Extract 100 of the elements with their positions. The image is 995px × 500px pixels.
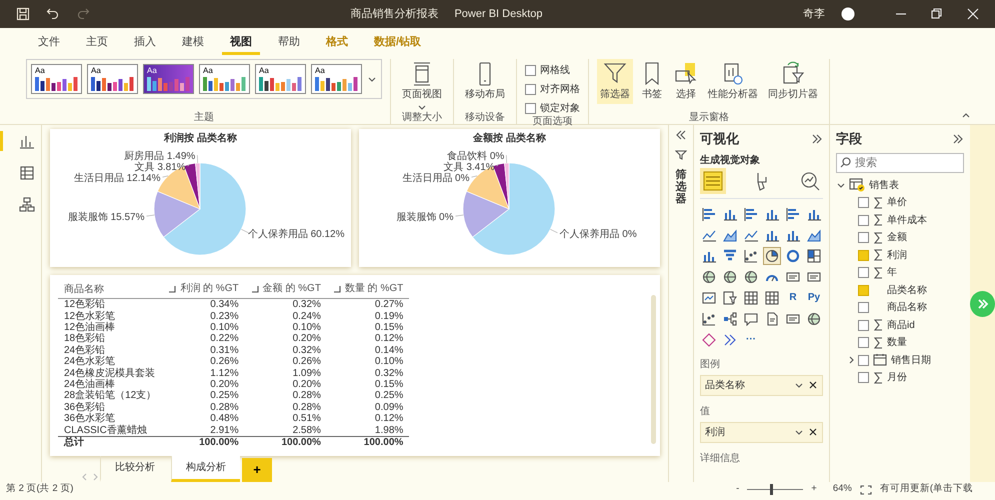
column-header[interactable]: 利润 的 %GT <box>162 283 245 299</box>
pane-button[interactable]: 筛选器 <box>597 59 633 104</box>
table-cell-text: 0.23% <box>209 310 240 322</box>
menu-tab[interactable]: 建模 <box>174 32 212 55</box>
pane-button[interactable]: 书签 <box>637 59 667 104</box>
column-header[interactable]: 商品名称 <box>58 283 162 299</box>
well-label: 详细信息 <box>700 452 741 466</box>
field-well[interactable]: 利润 <box>700 422 823 442</box>
zoom-level: 64% <box>832 482 852 496</box>
add-page-button[interactable]: + <box>242 458 272 482</box>
total-cell: 100.00% <box>162 436 245 448</box>
well-label: 值 <box>700 404 711 418</box>
menu-tab[interactable]: 主页 <box>78 32 116 55</box>
table-cell: 2.58% <box>244 424 327 436</box>
data-label: 服装服饰 0% <box>396 212 454 224</box>
table-cell-text: 0.15% <box>374 322 404 334</box>
field-name[interactable]: 年 <box>887 265 897 280</box>
table-cell-text: 0.24% <box>292 310 322 322</box>
menu-tab[interactable]: 文件 <box>30 32 68 55</box>
visual-type-button[interactable]: Py <box>805 288 823 306</box>
field-name[interactable]: 月份 <box>887 370 907 386</box>
field-name[interactable]: 销售日期 <box>891 352 931 368</box>
filters-pane-label[interactable]: 筛选器 <box>676 169 686 206</box>
data-label: 食品饮料 0% <box>447 151 504 162</box>
data-label: 生活日用品 0% <box>402 173 470 184</box>
table-cell-text: 0.25% <box>374 390 404 402</box>
field-name[interactable]: 金额 <box>887 230 907 246</box>
field-name[interactable]: 单价 <box>887 195 907 210</box>
data-label: 服装服饰 15.57% <box>68 212 144 224</box>
checkbox-option[interactable]: 网格线 <box>525 63 580 78</box>
table-cell-text: 0.12% <box>374 333 404 345</box>
group-label: 调整大小 <box>401 112 443 124</box>
menu-tab[interactable]: 插入 <box>126 32 164 55</box>
pane-button[interactable]: 性能分析器 <box>705 59 761 104</box>
checkbox-option[interactable]: 锁定对象 <box>525 101 580 116</box>
table-cell-text: 0.51% <box>292 413 322 425</box>
theme-thumbnail[interactable]: Aa <box>31 64 82 94</box>
mobile-layout-button[interactable]: 移动布局 <box>462 59 508 104</box>
checkbox-option[interactable]: 对齐网格 <box>525 82 580 97</box>
menu-tab[interactable]: 视图 <box>222 32 260 55</box>
menu-tab[interactable]: 帮助 <box>270 32 308 55</box>
visual-type-button[interactable]: R <box>784 288 802 306</box>
table-cell: 24色彩铅 <box>58 344 162 356</box>
table-cell: 12色彩铅 <box>58 298 162 311</box>
field-name[interactable]: 数量 <box>887 335 907 350</box>
search-field[interactable]: 搜索 <box>836 152 964 172</box>
pane-title: 字段 <box>836 130 862 148</box>
table-cell-text: 0.12% <box>374 413 404 425</box>
table-cell-text: 0.20% <box>209 378 240 390</box>
user-name: 奇李 <box>803 6 825 22</box>
table-cell-text: 12色油画棒 <box>63 322 116 333</box>
total-cell: 100.00% <box>244 436 327 448</box>
data-label: 个人保养用品 60.12% <box>248 228 344 240</box>
table-cell: 0.27% <box>326 298 410 311</box>
theme-thumbnail[interactable]: Aa <box>87 64 138 94</box>
field-name[interactable]: 单件成本 <box>887 212 927 228</box>
group-label: 移动设备 <box>464 112 506 124</box>
table-cell-text: 18色彩铅 <box>63 333 106 345</box>
table-cell-text: 0.20% <box>292 378 322 390</box>
page-view-button[interactable]: 页面视图 <box>399 59 445 112</box>
column-header[interactable]: 数量 的 %GT <box>326 283 410 299</box>
field-well[interactable]: 品类名称 <box>700 374 823 396</box>
field-name[interactable]: 品类名称 <box>887 282 927 298</box>
table-cell-text: 0.31% <box>209 344 240 356</box>
pane-button[interactable]: 同步切片器 <box>765 59 821 104</box>
data-label: 生活日用品 12.14% <box>74 173 160 184</box>
table-cell: 0.32% <box>244 298 327 311</box>
field-name[interactable]: 商品id <box>887 318 915 333</box>
total-cell: 100.00% <box>326 436 410 448</box>
visual-type-button[interactable]: ··· <box>742 330 760 348</box>
data-label: 个人保养用品 0% <box>560 228 637 240</box>
table-cell-text: 24色橡皮泥模具套装 <box>63 368 156 379</box>
page-tab[interactable]: 比较分析 <box>100 456 169 482</box>
theme-thumbnail[interactable]: Aa <box>143 64 194 94</box>
table-cell: 0.34% <box>162 298 245 311</box>
pane-subtitle: 生成视觉对象 <box>700 154 761 168</box>
field-name[interactable]: 商品名称 <box>887 300 927 316</box>
total-cell: 总计 <box>58 436 162 448</box>
zoom-in-button[interactable]: + <box>811 482 817 497</box>
table-cell: 24色油画棒 <box>58 378 162 390</box>
column-header[interactable]: 金额 的 %GT <box>244 283 327 299</box>
theme-thumbnail[interactable]: Aa <box>255 64 306 94</box>
field-name[interactable]: 利润 <box>887 248 907 263</box>
table-cell-text: 0.10% <box>292 322 322 334</box>
theme-thumbnail[interactable]: Aa <box>199 64 250 94</box>
page-tab[interactable]: 构成分析 <box>171 456 240 482</box>
table-cell: 1.98% <box>326 424 410 436</box>
table-cell: CLASSIC香薰蜡烛 <box>58 424 162 436</box>
update-notice[interactable]: 有可用更新(单击下载 <box>880 482 973 497</box>
table-cell-text: 0.19% <box>374 310 404 322</box>
table-cell-text: 0.28% <box>209 402 240 414</box>
table-cell-text: 0.28% <box>292 390 322 402</box>
zoom-out-button[interactable]: - <box>736 482 740 497</box>
table-cell: 2.91% <box>162 424 245 436</box>
chart-title: 利润按 品类名称 <box>162 133 238 145</box>
pane-button[interactable]: 选择 <box>671 59 701 104</box>
table-name[interactable]: 销售表 <box>869 178 899 193</box>
table-cell-text: 0.09% <box>374 402 404 414</box>
page-indicator: 第 2 页(共 2 页) <box>6 482 74 496</box>
theme-thumbnail[interactable]: Aa <box>311 64 362 94</box>
